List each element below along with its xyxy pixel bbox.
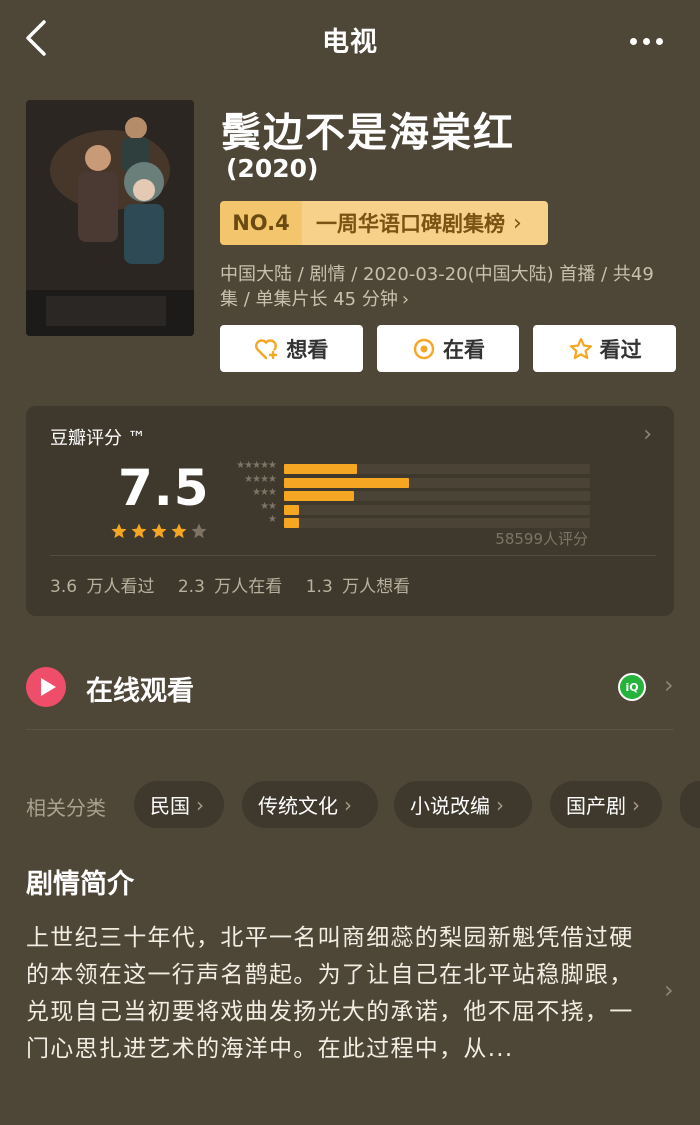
tag-0[interactable]: 民国 › bbox=[134, 781, 224, 828]
tags-label: 相关分类 bbox=[26, 796, 106, 820]
chevron-right-icon: › bbox=[496, 792, 504, 817]
rank-list-label: 一周华语口碑剧集榜 bbox=[316, 212, 505, 236]
distribution-stars: ★★★★ bbox=[244, 473, 277, 485]
page: 电视 鬓边不是海棠红 (2020) NO.4 一周华语口碑剧集榜 › 中国大陆 … bbox=[0, 0, 700, 1125]
chevron-right-icon: › bbox=[632, 792, 640, 817]
target-icon bbox=[413, 338, 435, 359]
divider bbox=[26, 729, 674, 730]
tag-label: 小说改编 bbox=[410, 794, 490, 818]
stat-watching[interactable]: 2.3 万人在看 bbox=[178, 577, 282, 597]
distribution-stars: ★★ bbox=[260, 500, 277, 512]
chevron-right-icon: › bbox=[664, 671, 674, 699]
watched-button[interactable]: 看过 bbox=[533, 325, 677, 372]
distribution-bar-track bbox=[284, 504, 590, 515]
distribution-bar-track bbox=[284, 464, 590, 474]
star-outline-icon bbox=[569, 337, 592, 359]
stat-watched[interactable]: 3.6 万人看过 bbox=[50, 577, 154, 597]
distribution-bar bbox=[284, 504, 300, 515]
distribution-star-label: ★★★★ bbox=[216, 473, 277, 485]
movie-title: 鬓边不是海棠红 bbox=[221, 110, 515, 156]
chevron-right-icon: › bbox=[196, 792, 204, 817]
watched-label: 看过 bbox=[599, 337, 642, 362]
movie-year: (2020) bbox=[226, 154, 319, 183]
play-icon bbox=[26, 667, 66, 707]
distribution-star-label: ★★★ bbox=[216, 487, 277, 498]
rank-list: 一周华语口碑剧集榜 › bbox=[302, 201, 548, 245]
nav-bar: 电视 bbox=[0, 0, 700, 78]
rating-count: 58599人评分 bbox=[495, 530, 588, 548]
more-icon[interactable] bbox=[630, 30, 672, 45]
distribution-bar-track bbox=[284, 477, 590, 488]
star-filled-icon bbox=[111, 523, 127, 539]
tag-label: 国产剧 bbox=[566, 794, 626, 818]
chevron-right-icon: › bbox=[401, 289, 410, 310]
distribution-bar-track bbox=[284, 491, 590, 501]
distribution-star-label: ★ bbox=[216, 514, 277, 525]
star-filled-icon bbox=[171, 523, 187, 539]
movie-meta-text: 中国大陆 / 剧情 / 2020-03-20(中国大陆) 首播 / 共49集 /… bbox=[220, 264, 654, 310]
watch-stats: 3.6 万人看过 2.3 万人在看 1.3 万人想看 bbox=[50, 572, 424, 597]
rating-label: 豆瓣评分 ™ bbox=[50, 428, 146, 449]
synopsis-text[interactable]: 上世纪三十年代，北平一名叫商细蕊的梨园新魁凭借过硬的本领在这一行声名鹊起。为了让… bbox=[26, 920, 652, 1068]
distribution-bar bbox=[284, 464, 358, 474]
tag-2[interactable]: 小说改编 › bbox=[394, 781, 532, 828]
stat-want[interactable]: 1.3 万人想看 bbox=[306, 577, 410, 597]
movie-meta[interactable]: 中国大陆 / 剧情 / 2020-03-20(中国大陆) 首播 / 共49集 /… bbox=[220, 262, 660, 312]
online-watch-label: 在线观看 bbox=[86, 676, 194, 707]
distribution-bar bbox=[284, 477, 410, 488]
want-label: 想看 bbox=[286, 337, 329, 362]
distribution-bar bbox=[284, 518, 300, 528]
star-filled-icon bbox=[131, 523, 147, 539]
rating-score: 7.5 bbox=[118, 459, 210, 517]
online-watch-row[interactable]: 在线观看 iQ › bbox=[26, 667, 682, 707]
chevron-right-icon: › bbox=[344, 792, 352, 817]
distribution-bar-track bbox=[284, 518, 590, 528]
chevron-right-icon[interactable]: › bbox=[643, 422, 652, 447]
synopsis-title: 剧情简介 bbox=[26, 869, 134, 900]
tag-1[interactable]: 传统文化 › bbox=[242, 781, 378, 828]
tag-3[interactable]: 国产剧 › bbox=[550, 781, 662, 828]
rating-stars bbox=[110, 522, 208, 540]
distribution-stars: ★ bbox=[268, 514, 277, 525]
rank-badge[interactable]: NO.4 一周华语口碑剧集榜 › bbox=[220, 201, 548, 245]
divider bbox=[50, 555, 656, 556]
want-button[interactable]: 想看 bbox=[220, 325, 363, 372]
distribution-star-label: ★★ bbox=[216, 500, 277, 512]
rank-number: NO.4 bbox=[220, 201, 302, 245]
watching-label: 在看 bbox=[443, 337, 485, 362]
watching-button[interactable]: 在看 bbox=[376, 325, 520, 372]
poster-image[interactable] bbox=[26, 100, 194, 336]
distribution-stars: ★★★ bbox=[252, 487, 277, 498]
star-empty-icon bbox=[191, 523, 207, 539]
chevron-right-icon: › bbox=[513, 210, 522, 236]
action-buttons: 想看 在看 看过 bbox=[220, 325, 677, 372]
star-filled-icon bbox=[151, 523, 167, 539]
distribution-stars: ★★★★★ bbox=[236, 460, 277, 471]
tag-label: 传统文化 bbox=[258, 794, 338, 818]
tag-overflow[interactable] bbox=[680, 781, 700, 828]
distribution-bar bbox=[284, 491, 355, 501]
iqiyi-logo-icon[interactable]: iQ bbox=[618, 673, 646, 701]
distribution-star-label: ★★★★★ bbox=[216, 460, 277, 471]
nav-title: 电视 bbox=[322, 27, 378, 58]
tag-label: 民国 bbox=[150, 794, 190, 818]
heart-plus-icon bbox=[255, 338, 278, 359]
chevron-right-icon[interactable]: › bbox=[664, 976, 674, 1004]
rating-card[interactable]: 豆瓣评分 ™ › 7.5 ★★★★★ ★★★★ ★★★ ★★ ★ 58599人评分 3.… bbox=[26, 406, 674, 616]
